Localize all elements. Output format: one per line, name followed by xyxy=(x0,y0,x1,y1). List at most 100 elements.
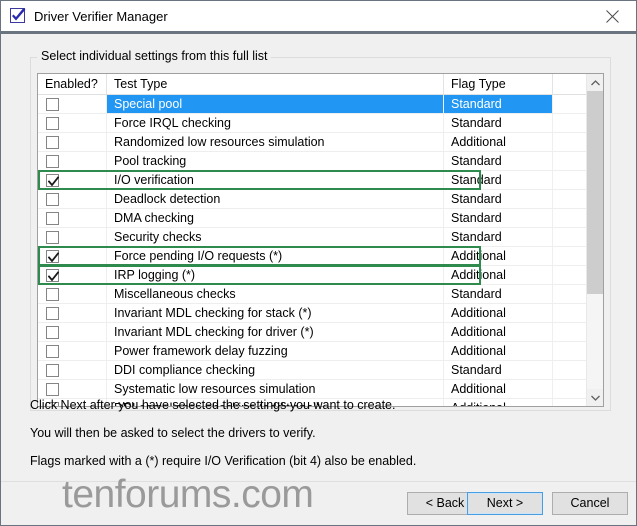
table-row[interactable]: Randomized low resources simulation Addit… xyxy=(38,133,587,152)
enabled-checkbox[interactable] xyxy=(46,174,59,187)
row-spacer-cell xyxy=(553,266,587,284)
scroll-down-button[interactable] xyxy=(587,389,603,406)
row-flag-type: Standard xyxy=(444,190,553,208)
row-flag-type: Additional xyxy=(444,342,553,360)
enabled-checkbox[interactable] xyxy=(46,383,59,396)
row-spacer-cell xyxy=(553,171,587,189)
row-enabled-cell xyxy=(38,114,107,132)
row-spacer-cell xyxy=(553,342,587,360)
row-test-type: Randomized low resources simulation xyxy=(107,133,444,151)
row-spacer-cell xyxy=(553,247,587,265)
enabled-checkbox[interactable] xyxy=(46,307,59,320)
row-test-type: DMA checking xyxy=(107,209,444,227)
enabled-checkbox[interactable] xyxy=(46,326,59,339)
instruction-line-2: You will then be asked to select the dri… xyxy=(30,426,316,440)
table-row[interactable]: Force pending I/O requests (*) Additional xyxy=(38,246,587,266)
row-flag-type: Additional xyxy=(444,133,553,151)
row-test-type: Invariant MDL checking for stack (*) xyxy=(107,304,444,322)
enabled-checkbox[interactable] xyxy=(46,136,59,149)
row-enabled-cell xyxy=(38,304,107,322)
table-row[interactable]: Power framework delay fuzzing Additional xyxy=(38,342,587,361)
next-button[interactable]: Next > xyxy=(467,492,543,515)
table-row[interactable]: Invariant MDL checking for driver (*) Add… xyxy=(38,323,587,342)
table-row[interactable]: DMA checking Standard xyxy=(38,209,587,228)
title-bar: Driver Verifier Manager xyxy=(0,0,637,31)
row-test-type: Miscellaneous checks xyxy=(107,285,444,303)
table-row[interactable]: Force IRQL checking Standard xyxy=(38,114,587,133)
row-enabled-cell xyxy=(38,380,107,398)
chevron-up-icon xyxy=(591,80,600,86)
enabled-checkbox[interactable] xyxy=(46,193,59,206)
row-enabled-cell xyxy=(38,228,107,246)
row-flag-type: Additional xyxy=(444,247,553,265)
enabled-checkbox[interactable] xyxy=(46,155,59,168)
row-spacer-cell xyxy=(553,323,587,341)
row-enabled-cell xyxy=(38,247,107,265)
table-row[interactable]: IRP logging (*) Additional xyxy=(38,265,587,285)
table-row[interactable]: I/O verification Standard xyxy=(38,170,587,190)
instruction-line-1: Click Next after you have selected the s… xyxy=(30,398,396,412)
enabled-checkbox[interactable] xyxy=(46,231,59,244)
row-enabled-cell xyxy=(38,152,107,170)
enabled-checkbox[interactable] xyxy=(46,117,59,130)
scrollbar-track[interactable] xyxy=(587,91,603,389)
enabled-checkbox[interactable] xyxy=(46,212,59,225)
row-test-type: Security checks xyxy=(107,228,444,246)
row-enabled-cell xyxy=(38,190,107,208)
row-flag-type: Standard xyxy=(444,285,553,303)
row-flag-type: Additional xyxy=(444,266,553,284)
row-flag-type: Additional xyxy=(444,399,553,406)
close-button[interactable] xyxy=(590,1,636,31)
watermark-text: tenforums.com xyxy=(62,473,314,516)
row-enabled-cell xyxy=(38,133,107,151)
row-spacer-cell xyxy=(553,380,587,398)
enabled-checkbox[interactable] xyxy=(46,250,59,263)
table-row[interactable]: DDI compliance checking Standard xyxy=(38,361,587,380)
list-scrollbar[interactable] xyxy=(586,74,603,406)
row-test-type: Pool tracking xyxy=(107,152,444,170)
checkmark-icon xyxy=(48,252,59,263)
row-spacer-cell xyxy=(553,190,587,208)
row-test-type: Invariant MDL checking for driver (*) xyxy=(107,323,444,341)
enabled-checkbox[interactable] xyxy=(46,98,59,111)
list-header-row: Enabled? Test Type Flag Type xyxy=(38,74,603,95)
row-spacer-cell xyxy=(553,114,587,132)
settings-list[interactable]: Enabled? Test Type Flag Type Special poo… xyxy=(37,73,604,407)
table-row[interactable]: Special pool Standard xyxy=(38,95,587,114)
row-enabled-cell xyxy=(38,323,107,341)
table-row[interactable]: Invariant MDL checking for stack (*) Addi… xyxy=(38,304,587,323)
enabled-checkbox[interactable] xyxy=(46,288,59,301)
enabled-checkbox[interactable] xyxy=(46,345,59,358)
row-spacer-cell xyxy=(553,152,587,170)
row-test-type: Force pending I/O requests (*) xyxy=(107,247,444,265)
chevron-down-icon xyxy=(591,395,600,401)
cancel-button[interactable]: Cancel xyxy=(552,492,628,515)
row-enabled-cell xyxy=(38,285,107,303)
row-spacer-cell xyxy=(553,209,587,227)
row-spacer-cell xyxy=(553,95,587,113)
enabled-checkbox[interactable] xyxy=(46,269,59,282)
table-row[interactable]: Systematic low resources simulation Addit… xyxy=(38,380,587,399)
close-icon xyxy=(606,10,619,23)
row-enabled-cell xyxy=(38,171,107,189)
table-row[interactable]: Security checks Standard xyxy=(38,228,587,247)
column-header-spacer xyxy=(553,74,588,94)
row-spacer-cell xyxy=(553,361,587,379)
row-spacer-cell xyxy=(553,228,587,246)
window-title: Driver Verifier Manager xyxy=(34,9,168,24)
row-enabled-cell xyxy=(38,342,107,360)
column-header-flag-type[interactable]: Flag Type xyxy=(444,74,553,94)
column-header-enabled[interactable]: Enabled? xyxy=(38,74,107,94)
row-enabled-cell xyxy=(38,266,107,284)
column-header-test-type[interactable]: Test Type xyxy=(107,74,444,94)
instruction-line-3: Flags marked with a (*) require I/O Veri… xyxy=(30,454,417,468)
scrollbar-thumb[interactable] xyxy=(587,91,603,294)
row-enabled-cell xyxy=(38,95,107,113)
enabled-checkbox[interactable] xyxy=(46,364,59,377)
driver-verifier-checkmark-icon xyxy=(10,8,27,25)
table-row[interactable]: Miscellaneous checks Standard xyxy=(38,285,587,304)
row-spacer-cell xyxy=(553,133,587,151)
table-row[interactable]: Pool tracking Standard xyxy=(38,152,587,171)
table-row[interactable]: Deadlock detection Standard xyxy=(38,190,587,209)
scroll-up-button[interactable] xyxy=(587,74,603,91)
